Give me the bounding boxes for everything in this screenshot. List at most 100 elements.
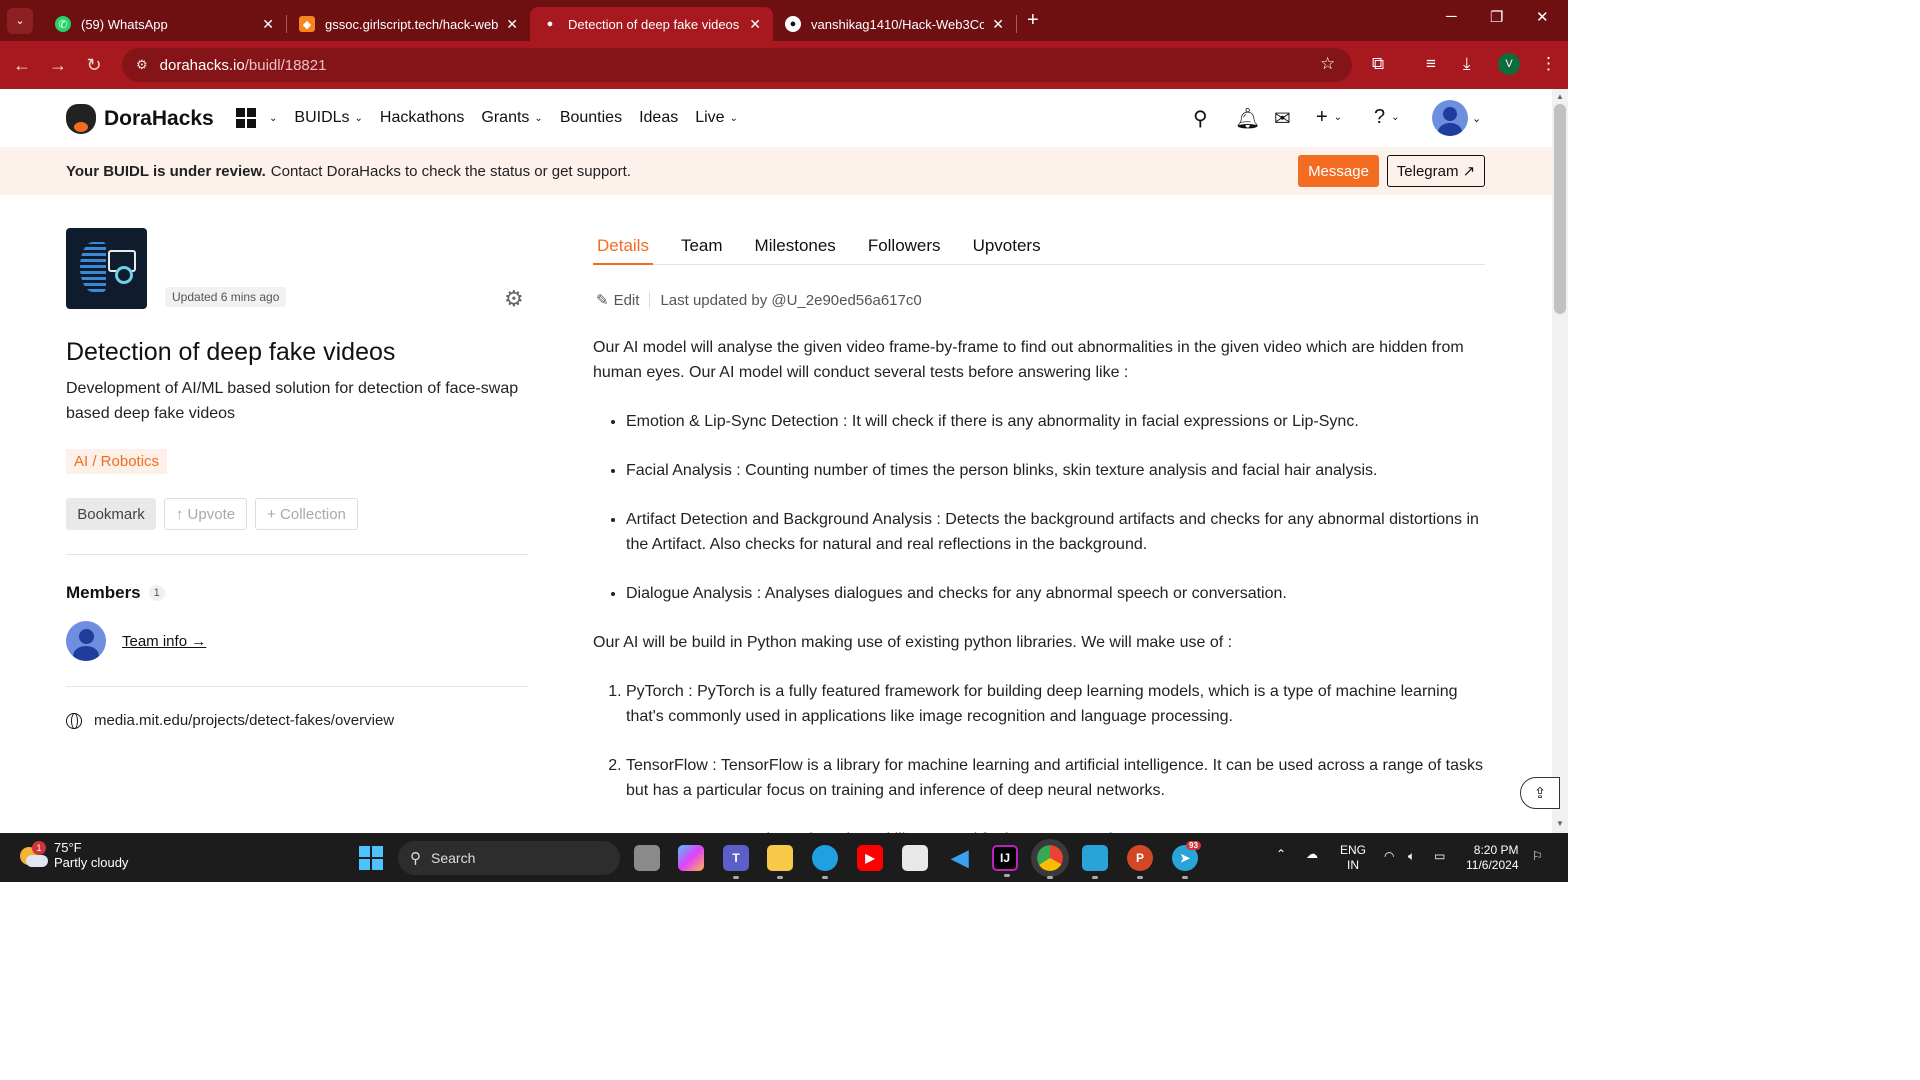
tab-team[interactable]: Team (677, 236, 727, 265)
list-item: Dialogue Analysis : Analyses dialogues a… (626, 581, 1485, 606)
close-tab-icon[interactable]: ✕ (992, 16, 1004, 33)
weather-widget[interactable]: 1 75°F Partly cloudy (18, 840, 128, 870)
back-icon[interactable]: ← (4, 55, 40, 76)
message-button[interactable]: Message (1298, 155, 1379, 187)
tab-title: gssoc.girlscript.tech/hack-web3 (325, 16, 499, 32)
file-explorer-icon[interactable] (767, 845, 793, 879)
bookmark-star-icon[interactable]: ☆ (1320, 54, 1335, 74)
telegram-icon[interactable]: ➤ 93 (1172, 841, 1201, 879)
close-tab-icon[interactable]: ✕ (749, 16, 761, 33)
site-info-icon[interactable]: ⚙ (136, 57, 148, 73)
intellij-icon[interactable]: IJ (992, 845, 1018, 877)
telegram-button[interactable]: Telegram ↗ (1387, 155, 1485, 187)
nav-ideas[interactable]: Ideas (639, 109, 678, 127)
mail-icon[interactable]: ✉ (1274, 106, 1291, 131)
tab-milestones[interactable]: Milestones (751, 236, 840, 265)
dorahacks-icon: ● (546, 18, 554, 30)
edit-label: Edit (613, 292, 640, 309)
volume-icon[interactable]: 🔈︎ (1408, 849, 1415, 864)
scroll-down-icon[interactable]: ▼ (1556, 819, 1564, 828)
upvote-button[interactable]: ↑ Upvote (164, 498, 247, 530)
nav-bounties[interactable]: Bounties (560, 109, 622, 127)
restore-icon[interactable]: ❐ (1490, 8, 1503, 26)
browser-profile-avatar[interactable]: V (1498, 53, 1520, 75)
nav-buidls[interactable]: BUIDLs ⌄ (294, 109, 363, 127)
members-heading: Members 1 (66, 583, 165, 603)
nav-live[interactable]: Live ⌄ (695, 109, 738, 127)
search-icon[interactable]: ⚲ (1193, 106, 1208, 131)
dorahacks-logo[interactable]: DoraHacks (66, 104, 214, 134)
language-indicator[interactable]: ENG IN (1340, 843, 1366, 873)
scrollbar-thumb[interactable] (1554, 104, 1566, 314)
teams-icon[interactable]: T (723, 845, 749, 879)
chevron-down-icon: ⌄ (534, 112, 543, 124)
battery-icon[interactable]: ▭ (1434, 849, 1445, 864)
scroll-up-icon[interactable]: ▲ (1556, 92, 1564, 101)
clock[interactable]: 8:20 PM 11/6/2024 (1466, 843, 1519, 873)
language-code: ENG (1340, 843, 1367, 857)
help-icon[interactable]: ? ⌄ (1374, 106, 1400, 129)
powerpoint-icon[interactable]: P (1127, 845, 1153, 879)
member-avatar[interactable] (66, 621, 106, 661)
edit-row: ✎ Edit Last updated by @U_2e90ed56a617c0 (596, 291, 922, 310)
url-path: /buidl/18821 (244, 56, 327, 74)
create-plus-icon[interactable]: + ⌄ (1316, 106, 1342, 129)
settings-gear-icon[interactable]: ⚙ (504, 286, 524, 312)
taskbar-search[interactable]: ⚲ Search (398, 841, 620, 875)
extensions-icon[interactable]: ⧉ (1372, 54, 1384, 74)
list-item: Facial Analysis : Counting number of tim… (626, 458, 1485, 483)
vscode-icon[interactable]: ◀ (947, 845, 973, 871)
page-scrollbar[interactable]: ▲ ▼ (1552, 89, 1568, 833)
windows-start-icon[interactable] (359, 846, 383, 870)
onedrive-icon[interactable]: ☁ (1306, 847, 1318, 862)
reload-icon[interactable]: ↻ (76, 55, 112, 76)
media-controls-icon[interactable]: ≡ (1426, 54, 1436, 74)
apps-menu[interactable]: ⌄ (236, 108, 277, 128)
search-label: Search (431, 850, 476, 866)
project-details-body: Our AI model will analyse the given vide… (593, 335, 1485, 876)
window-close-icon[interactable]: ✕ (1536, 8, 1549, 26)
tests-list: Emotion & Lip-Sync Detection : It will c… (593, 409, 1485, 606)
chrome-icon[interactable] (1031, 839, 1069, 879)
nav-label: Hackathons (379, 109, 465, 126)
tab-followers[interactable]: Followers (864, 236, 945, 265)
download-icon[interactable]: ⤓ (1463, 54, 1471, 74)
notifications-icon[interactable]: ⚐ (1532, 849, 1543, 864)
tab-upvoters[interactable]: Upvoters (969, 236, 1045, 265)
nav-hackathons[interactable]: Hackathons (380, 109, 465, 127)
copilot-icon[interactable] (678, 845, 704, 871)
user-avatar[interactable] (1432, 100, 1468, 136)
chevron-down-icon[interactable]: ⌄ (1472, 112, 1481, 125)
new-tab-icon[interactable]: + (1027, 9, 1039, 32)
notification-bell-icon[interactable]: 🔔︎ (1235, 106, 1260, 131)
browser-tab-dorahacks[interactable]: ● Detection of deep fake videos | ✕ (530, 7, 773, 41)
team-info-link[interactable]: Team info → (122, 633, 206, 650)
bookmark-button[interactable]: Bookmark (66, 498, 156, 530)
show-hidden-icons[interactable]: ⌃ (1276, 847, 1286, 862)
microsoft-store-icon[interactable] (902, 845, 928, 871)
notepad-icon[interactable] (1082, 845, 1108, 879)
add-collection-button[interactable]: + Collection (255, 498, 358, 530)
edit-button[interactable]: ✎ Edit (596, 291, 639, 309)
youtube-icon[interactable]: ▶ (857, 845, 883, 871)
close-tab-icon[interactable]: ✕ (506, 16, 518, 33)
edge-icon[interactable] (812, 845, 838, 879)
browser-menu-icon[interactable]: ⋮ (1540, 54, 1557, 74)
nav-grants[interactable]: Grants ⌄ (481, 109, 542, 127)
minimize-icon[interactable]: ─ (1446, 8, 1457, 25)
browser-tab-gssoc[interactable]: ◆ gssoc.girlscript.tech/hack-web3 ✕ (287, 7, 530, 41)
tab-search-button[interactable]: ⌄ (7, 7, 33, 34)
browser-tab-whatsapp[interactable]: ✆ (59) WhatsApp ✕ (43, 7, 286, 41)
browser-tab-github[interactable]: ● vanshikag1410/Hack-Web3Con ✕ (773, 7, 1016, 41)
share-button[interactable]: ⇪ (1520, 777, 1560, 809)
whatsapp-icon: ✆ (55, 16, 71, 32)
browser-tab-strip: ⌄ ✆ (59) WhatsApp ✕ ◆ gssoc.girlscript.t… (0, 0, 1568, 41)
task-view-icon[interactable] (634, 845, 660, 871)
address-bar[interactable]: ⚙ dorahacks.io/buidl/18821 ☆ (122, 48, 1352, 82)
close-tab-icon[interactable]: ✕ (262, 16, 274, 33)
category-tag[interactable]: AI / Robotics (66, 449, 168, 474)
forward-icon[interactable]: → (40, 55, 76, 76)
tab-details[interactable]: Details (593, 236, 653, 265)
wifi-icon[interactable]: ◠ (1384, 849, 1394, 864)
website-link[interactable]: media.mit.edu/projects/detect-fakes/over… (66, 712, 394, 729)
